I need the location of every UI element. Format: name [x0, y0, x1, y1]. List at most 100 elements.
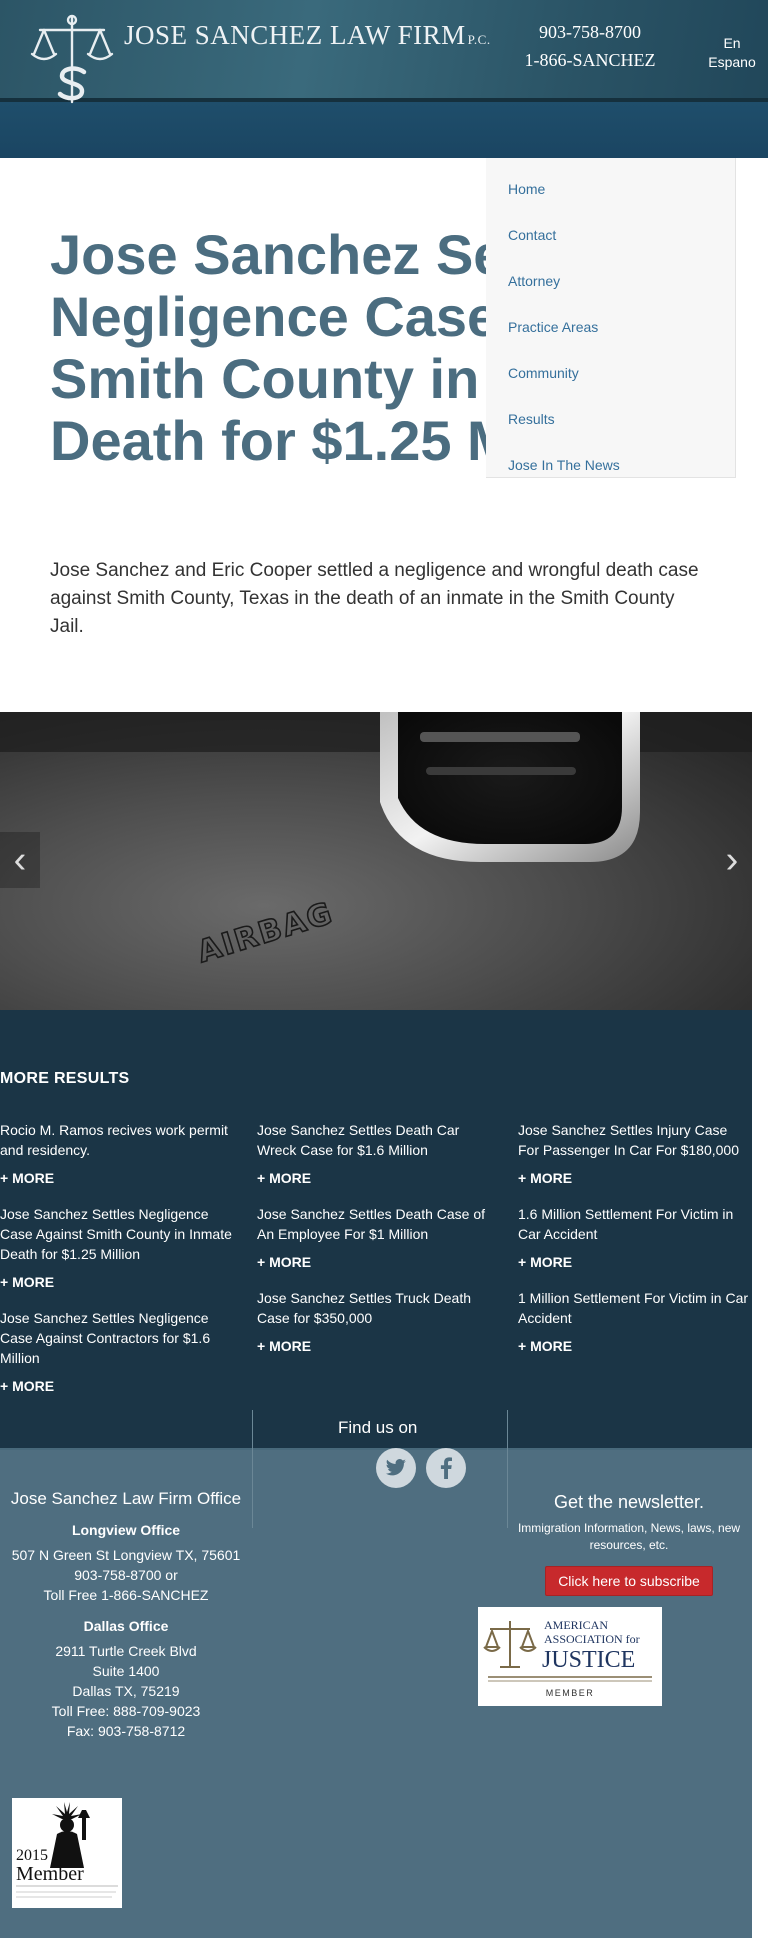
- result-item: Jose Sanchez Settles Death Case of An Em…: [257, 1204, 487, 1270]
- chevron-left-icon: ‹: [13, 839, 27, 881]
- aaj-member-badge[interactable]: AMERICAN ASSOCIATION for JUSTICE MEMBER: [478, 1607, 662, 1706]
- phone-tollfree[interactable]: 1-866-SANCHEZ: [508, 46, 672, 74]
- facebook-icon: [440, 1457, 452, 1479]
- airbag-label: AIRBAG: [193, 896, 337, 970]
- carousel-next-button[interactable]: ›: [712, 832, 752, 888]
- nav-item-results[interactable]: Results: [486, 402, 735, 448]
- image-carousel: AIRBAG ‹ ›: [0, 712, 752, 1010]
- more-results-section: MORE RESULTS Rocio M. Ramos recives work…: [0, 1010, 752, 1448]
- nav-link-attorney[interactable]: Attorney: [508, 273, 560, 289]
- chevron-right-icon: ›: [725, 839, 739, 881]
- nav-item-community[interactable]: Community: [486, 356, 735, 402]
- longview-phone[interactable]: 903-758-8700 or: [0, 1565, 252, 1585]
- result-link[interactable]: 1 Million Settlement For Victim in Car A…: [518, 1288, 752, 1328]
- nav-item-practice-areas[interactable]: Practice Areas: [486, 310, 735, 356]
- carousel-prev-button[interactable]: ‹: [0, 832, 40, 888]
- subscribe-button[interactable]: Click here to subscribe: [545, 1566, 713, 1596]
- dropdown-nav: Home Contact Attorney Practice Areas Com…: [486, 158, 736, 478]
- badge-year: 2015: [16, 1847, 48, 1864]
- results-column-2: Jose Sanchez Settles Death Car Wreck Cas…: [257, 1120, 487, 1372]
- lang-line-1: En: [723, 35, 741, 51]
- aaj-line-2: ASSOCIATION for: [544, 1632, 640, 1646]
- member-2015-badge[interactable]: 2015 Member: [12, 1798, 122, 1908]
- newsletter-description: Immigration Information, News, laws, new…: [517, 1521, 741, 1552]
- page-summary: Jose Sanchez and Eric Cooper settled a n…: [50, 560, 699, 637]
- dallas-tollfree[interactable]: Toll Free: 888-709-9023: [0, 1701, 252, 1721]
- twitter-button[interactable]: [376, 1448, 416, 1488]
- result-item: 1 Million Settlement For Victim in Car A…: [518, 1288, 752, 1354]
- result-link[interactable]: 1.6 Million Settlement For Victim in Car…: [518, 1204, 752, 1244]
- nav-link-results[interactable]: Results: [508, 411, 555, 427]
- aaj-member: MEMBER: [546, 1688, 595, 1698]
- result-link[interactable]: Jose Sanchez Settles Negligence Case Aga…: [0, 1308, 240, 1368]
- header-phones: 903-758-8700 1-866-SANCHEZ: [508, 18, 672, 74]
- result-item: Rocio M. Ramos recives work permit and r…: [0, 1120, 240, 1186]
- result-item: Jose Sanchez Settles Death Car Wreck Cas…: [257, 1120, 487, 1186]
- nav-link-contact[interactable]: Contact: [508, 227, 556, 243]
- longview-heading: Longview Office: [71, 1522, 181, 1538]
- result-item: Jose Sanchez Settles Negligence Case Aga…: [0, 1308, 240, 1394]
- more-link[interactable]: + MORE: [518, 1338, 752, 1354]
- scales-logo-icon[interactable]: [26, 12, 118, 108]
- newsletter-block: Get the newsletter. Immigration Informat…: [506, 1490, 752, 1596]
- nav-link-community[interactable]: Community: [508, 365, 579, 381]
- find-us-label: Find us on: [338, 1418, 418, 1437]
- statue-of-liberty-icon: 2015 Member: [16, 1802, 118, 1898]
- dallas-heading: Dallas Office: [83, 1618, 169, 1634]
- firm-suffix: P.C.: [467, 32, 491, 47]
- more-results-heading: MORE RESULTS: [0, 1070, 130, 1087]
- nav-link-home[interactable]: Home: [508, 181, 545, 197]
- office-info: Jose Sanchez Law Firm Office Longview Of…: [0, 1488, 252, 1741]
- phone-local[interactable]: 903-758-8700: [508, 18, 672, 46]
- result-item: Jose Sanchez Settles Negligence Case Aga…: [0, 1204, 240, 1290]
- aaj-line-3: JUSTICE: [542, 1647, 635, 1673]
- nav-item-news[interactable]: Jose In The News: [486, 448, 735, 494]
- result-link[interactable]: Jose Sanchez Settles Injury Case For Pas…: [518, 1120, 752, 1160]
- result-item: Jose Sanchez Settles Injury Case For Pas…: [518, 1120, 752, 1186]
- dallas-street: 2911 Turtle Creek Blvd: [55, 1643, 197, 1659]
- site-header: JOSE SANCHEZ LAW FIRM P.C. 903-758-8700 1…: [0, 0, 768, 158]
- more-link[interactable]: + MORE: [0, 1170, 240, 1186]
- more-link[interactable]: + MORE: [0, 1274, 240, 1290]
- result-link[interactable]: Jose Sanchez Settles Truck Death Case fo…: [257, 1288, 487, 1328]
- footer-divider-left: [252, 1410, 253, 1528]
- firm-name-text: JOSE SANCHEZ LAW FIRM: [124, 20, 466, 50]
- airbag-photo: AIRBAG: [0, 712, 752, 971]
- more-link[interactable]: + MORE: [257, 1170, 487, 1186]
- aaj-line-1: AMERICAN: [544, 1618, 608, 1632]
- page-right-gutter: [752, 712, 768, 1938]
- dallas-fax: Fax: 903-758-8712: [66, 1723, 186, 1739]
- dallas-city: Dallas TX, 75219: [72, 1683, 180, 1699]
- result-link[interactable]: Jose Sanchez Settles Death Case of An Em…: [257, 1204, 487, 1244]
- result-link[interactable]: Jose Sanchez Settles Death Car Wreck Cas…: [257, 1120, 487, 1160]
- newsletter-title: Get the newsletter.: [553, 1492, 705, 1512]
- more-link[interactable]: + MORE: [0, 1378, 240, 1394]
- more-link[interactable]: + MORE: [257, 1254, 487, 1270]
- nav-item-home[interactable]: Home: [486, 172, 735, 218]
- page-bottom-margin: [0, 1938, 768, 1956]
- dallas-suite: Suite 1400: [92, 1663, 160, 1679]
- results-column-3: Jose Sanchez Settles Injury Case For Pas…: [518, 1120, 752, 1372]
- twitter-icon: [385, 1459, 406, 1476]
- result-item: 1.6 Million Settlement For Victim in Car…: [518, 1204, 752, 1270]
- longview-address: 507 N Green St Longview TX, 75601: [11, 1547, 241, 1563]
- more-link[interactable]: + MORE: [518, 1254, 752, 1270]
- office-title: Jose Sanchez Law Firm Office: [10, 1489, 242, 1508]
- language-switch[interactable]: En Espano: [696, 34, 768, 72]
- lang-line-2: Espano: [708, 54, 756, 70]
- more-link[interactable]: + MORE: [257, 1338, 487, 1354]
- footer-band: [0, 1448, 752, 1450]
- aaj-scales-logo: AMERICAN ASSOCIATION for JUSTICE MEMBER: [483, 1618, 652, 1698]
- nav-item-attorney[interactable]: Attorney: [486, 264, 735, 310]
- result-item: Jose Sanchez Settles Truck Death Case fo…: [257, 1288, 487, 1354]
- facebook-button[interactable]: [426, 1448, 466, 1488]
- nav-item-contact[interactable]: Contact: [486, 218, 735, 264]
- firm-name[interactable]: JOSE SANCHEZ LAW FIRM P.C.: [124, 20, 491, 51]
- longview-tollfree[interactable]: Toll Free 1-866-SANCHEZ: [0, 1585, 252, 1605]
- nav-link-practice-areas[interactable]: Practice Areas: [508, 319, 598, 335]
- result-link[interactable]: Jose Sanchez Settles Negligence Case Aga…: [0, 1204, 240, 1264]
- result-link[interactable]: Rocio M. Ramos recives work permit and r…: [0, 1120, 240, 1160]
- more-link[interactable]: + MORE: [518, 1170, 752, 1186]
- nav-link-news[interactable]: Jose In The News: [508, 457, 620, 473]
- results-column-1: Rocio M. Ramos recives work permit and r…: [0, 1120, 240, 1412]
